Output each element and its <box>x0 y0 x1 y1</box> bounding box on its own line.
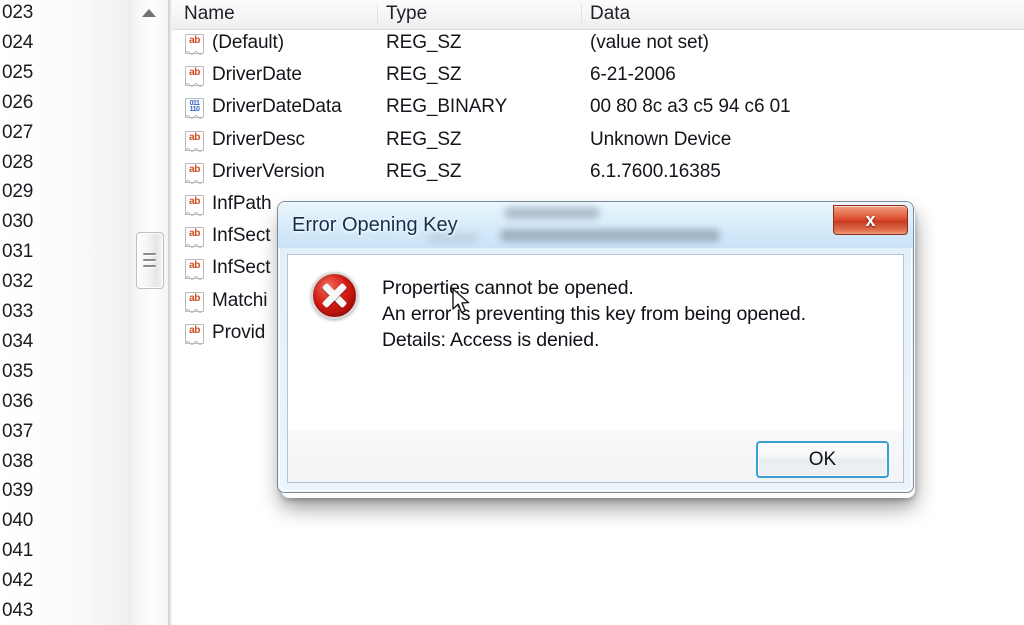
glass-blur-artifact <box>500 229 720 242</box>
registry-tree-pane[interactable]: 023 024 025 026 027 028 029 030 031 032 033 034 035 0… <box>0 0 128 625</box>
tree-item[interactable]: 041 <box>2 540 33 562</box>
dialog-message-text: Properties cannot be opened. An error is… <box>382 275 806 353</box>
tree-item[interactable]: 042 <box>2 570 33 592</box>
tree-item[interactable]: 025 <box>2 62 33 84</box>
tree-item[interactable]: 031 <box>2 241 33 263</box>
scrollbar-thumb[interactable] <box>136 232 164 289</box>
dialog-title-bar[interactable]: Error Opening Key x <box>278 202 913 248</box>
string-value-icon: ab <box>184 227 206 249</box>
dialog-button-bar: OK <box>287 431 904 483</box>
tree-item[interactable]: 024 <box>2 32 33 54</box>
cell-type: REG_SZ <box>386 128 462 150</box>
close-button[interactable]: x <box>833 205 908 235</box>
cell-name: (Default) <box>212 32 284 53</box>
scrollbar-grip-line <box>143 265 156 267</box>
tree-item[interactable]: 033 <box>2 301 33 323</box>
table-row[interactable]: 011 110 DriverDateData REG_BINARY 00 80 8c a… <box>172 94 1024 126</box>
tree-item[interactable]: 032 <box>2 271 33 293</box>
scrollbar-grip-line <box>143 253 156 255</box>
tree-item[interactable]: 038 <box>2 451 33 473</box>
binary-value-icon: 011 110 <box>184 98 206 120</box>
tree-item[interactable]: 043 <box>2 600 33 622</box>
close-icon: x <box>865 209 876 230</box>
string-value-icon: ab <box>184 130 206 153</box>
column-header-name[interactable]: Name <box>184 3 235 25</box>
cell-data: (value not set) <box>590 32 709 53</box>
column-header-data[interactable]: Data <box>590 3 630 25</box>
message-line: Properties cannot be opened. <box>382 277 634 299</box>
cell-name: Matchi <box>212 289 268 311</box>
string-value-icon: ab <box>184 195 206 217</box>
message-line: An error is preventing this key from bei… <box>382 303 806 325</box>
cell-data: Unknown Device <box>590 128 732 150</box>
tree-item[interactable]: 034 <box>2 331 33 353</box>
message-line: Details: Access is denied. <box>382 329 600 351</box>
tree-item[interactable]: 026 <box>2 92 33 114</box>
error-circle-icon <box>311 272 358 319</box>
cell-data: 00 80 8c a3 c5 94 c6 01 <box>590 96 791 118</box>
tree-item[interactable]: 027 <box>2 122 33 144</box>
cell-name: DriverDesc <box>212 128 305 150</box>
cell-name: DriverDateData <box>212 96 342 118</box>
cell-type: REG_BINARY <box>386 96 508 118</box>
table-row[interactable]: ab DriverVersion REG_SZ 6.1.7600.16385 <box>172 159 1024 191</box>
scrollbar-grip-line <box>143 259 156 261</box>
cell-name: Provid <box>212 321 266 343</box>
tree-item[interactable]: 036 <box>2 391 33 413</box>
ok-button[interactable]: OK <box>756 441 889 478</box>
cell-name: DriverDate <box>212 64 302 86</box>
string-value-icon: ab <box>184 34 206 56</box>
column-header-type[interactable]: Type <box>386 3 427 25</box>
string-value-icon: ab <box>184 323 206 346</box>
column-divider[interactable] <box>377 4 378 25</box>
cell-type: REG_SZ <box>386 64 462 86</box>
dialog-title: Error Opening Key <box>292 214 458 236</box>
tree-item[interactable]: 023 <box>2 2 33 24</box>
cell-name: InfSect <box>212 257 271 279</box>
column-divider[interactable] <box>581 4 582 25</box>
tree-item[interactable]: 029 <box>2 181 33 203</box>
pane-splitter[interactable] <box>168 0 171 625</box>
triangle-up-icon[interactable] <box>142 9 156 17</box>
string-value-icon: ab <box>184 162 206 185</box>
cell-type: REG_SZ <box>386 160 462 182</box>
string-value-icon: ab <box>184 259 206 281</box>
cell-type: REG_SZ <box>386 32 462 53</box>
tree-item[interactable]: 040 <box>2 510 33 532</box>
cell-name: InfPath <box>212 193 272 214</box>
glass-blur-artifact <box>504 207 600 219</box>
string-value-icon: ab <box>184 66 206 88</box>
list-column-header[interactable]: Name Type Data <box>172 0 1024 30</box>
dialog-message-area: Properties cannot be opened. An error is… <box>287 254 904 432</box>
cell-name: DriverVersion <box>212 160 325 182</box>
tree-item[interactable]: 028 <box>2 152 33 174</box>
tree-vertical-scrollbar[interactable] <box>128 0 173 625</box>
cell-name: InfSect <box>212 225 271 247</box>
cell-data: 6.1.7600.16385 <box>590 160 721 182</box>
table-row[interactable]: ab (Default) REG_SZ (value not set) <box>172 30 1024 62</box>
string-value-icon: ab <box>184 291 206 314</box>
table-row[interactable]: ab DriverDate REG_SZ 6-21-2006 <box>172 62 1024 94</box>
tree-item[interactable]: 035 <box>2 361 33 383</box>
cell-data: 6-21-2006 <box>590 64 676 86</box>
table-row[interactable]: ab DriverDesc REG_SZ Unknown Device <box>172 127 1024 159</box>
error-opening-key-dialog: Error Opening Key x Properties cannot be… <box>277 201 914 493</box>
registry-editor-window: 023 024 025 026 027 028 029 030 031 032 033 034 035 0… <box>0 0 1024 625</box>
tree-item[interactable]: 039 <box>2 480 33 502</box>
tree-item[interactable]: 037 <box>2 421 33 443</box>
tree-item[interactable]: 030 <box>2 211 33 233</box>
